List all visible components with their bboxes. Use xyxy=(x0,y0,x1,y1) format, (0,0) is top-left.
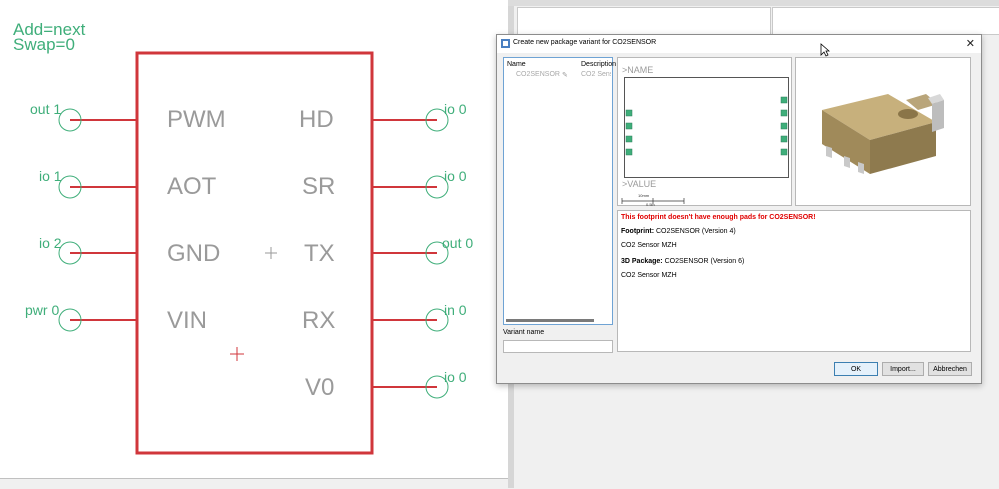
scale-bottom: 0.5in xyxy=(646,202,655,207)
status-bar xyxy=(0,478,508,489)
dialog-titlebar: Create new package variant for CO2SENSOR… xyxy=(497,35,981,53)
cancel-button[interactable]: Abbrechen xyxy=(928,362,972,376)
package-3d-model xyxy=(822,94,944,174)
package-list[interactable]: Name Description CO2SENSOR ✎ CO2 Sens xyxy=(503,57,616,325)
column-name[interactable]: Name xyxy=(507,61,526,68)
pin-name-v0: V0 xyxy=(305,374,335,401)
pin-name-vin: VIN xyxy=(167,307,208,334)
pin-label-sr: io 0 xyxy=(444,168,467,184)
pin-name-pwm: PWM xyxy=(167,106,226,133)
list-item[interactable]: CO2SENSOR ✎ CO2 Sens xyxy=(504,70,612,80)
pin-name-sr: SR xyxy=(302,173,336,200)
schematic-canvas[interactable]: Add=next Swap=0 out 1 io 1 io 2 pwr 0 PW… xyxy=(0,0,508,488)
ok-button[interactable]: OK xyxy=(834,362,878,376)
symbol-graphics xyxy=(58,51,449,455)
list-item-description: CO2 Sens xyxy=(581,71,611,78)
package-description: CO2 Sensor MZH xyxy=(621,272,677,279)
column-description[interactable]: Description xyxy=(581,61,616,68)
info-pane: This footprint doesn't have enough pads … xyxy=(617,210,971,352)
pin-label-io2: io 2 xyxy=(39,235,62,251)
footprint-value: CO2SENSOR (Version 4) xyxy=(656,228,736,235)
footprint-value-text: >VALUE xyxy=(622,179,657,189)
pencil-icon: ✎ xyxy=(562,72,568,79)
import-button[interactable]: Import... xyxy=(882,362,924,376)
footprint-description: CO2 Sensor MZH xyxy=(621,242,677,249)
pin-label-tx: out 0 xyxy=(442,235,474,251)
warning-text: This footprint doesn't have enough pads … xyxy=(621,214,816,221)
horizontal-scrollbar[interactable] xyxy=(506,319,594,322)
dialog-title: Create new package variant for CO2SENSOR xyxy=(513,39,657,46)
pin-name-gnd: GND xyxy=(167,240,221,267)
pin-name-rx: RX xyxy=(302,307,336,334)
right-box-2 xyxy=(772,7,999,35)
variant-name-input[interactable] xyxy=(503,340,613,353)
pin-label-out1: out 1 xyxy=(30,101,62,117)
footprint-label: Footprint: xyxy=(621,228,655,235)
pin-label-hd: io 0 xyxy=(444,101,467,117)
pin-name-aot: AOT xyxy=(167,173,217,200)
package-value: CO2SENSOR (Version 6) xyxy=(664,258,745,265)
scale-top: 10mm xyxy=(638,193,650,198)
package-label: 3D Package: xyxy=(621,258,663,265)
pin-label-rx: in 0 xyxy=(444,302,467,318)
package-3d-preview xyxy=(795,57,971,206)
pin-name-hd: HD xyxy=(299,106,334,133)
list-item-name: CO2SENSOR xyxy=(516,71,560,78)
pin-label-pwr0: pwr 0 xyxy=(25,302,60,318)
pin-label-v0: io 0 xyxy=(444,369,467,385)
create-package-variant-dialog: Create new package variant for CO2SENSOR… xyxy=(496,34,982,384)
close-icon[interactable]: ✕ xyxy=(966,37,975,50)
pin-name-tx: TX xyxy=(304,240,335,267)
pin-label-io1: io 1 xyxy=(39,168,62,184)
app-icon xyxy=(501,39,510,48)
right-box-1 xyxy=(517,7,771,35)
variant-name-label: Variant name xyxy=(503,329,545,336)
footprint-preview: >NAME >VALUE 10mm 0.5in xyxy=(617,57,792,207)
mouse-cursor-icon xyxy=(820,43,830,57)
